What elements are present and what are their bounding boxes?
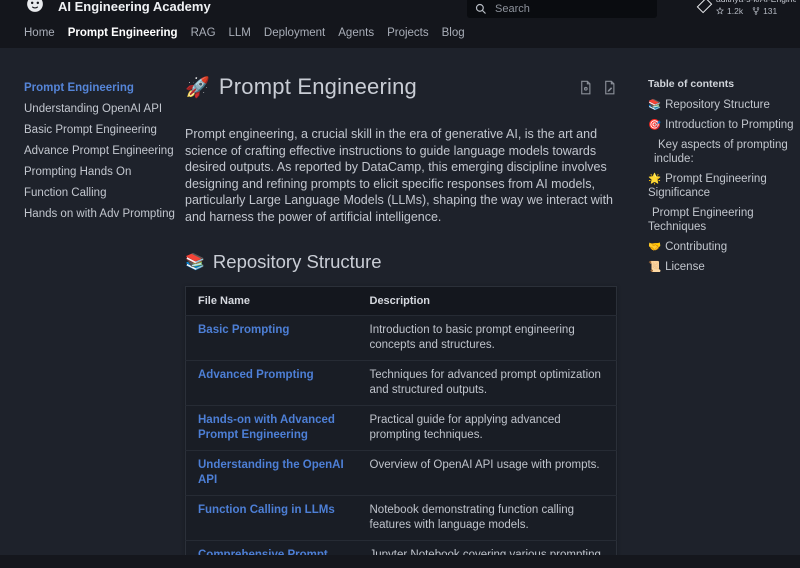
toc-item[interactable]: 🌟Prompt Engineering Significance bbox=[648, 172, 796, 200]
main-content: 🚀 Prompt Engineering Prompt engineering,… bbox=[185, 74, 617, 568]
toc-item-label: Contributing bbox=[665, 241, 727, 253]
repo-name: adithya-s-k/AI-Engineering.academy bbox=[716, 0, 796, 4]
search-placeholder: Search bbox=[495, 3, 530, 15]
column-header-description: Description bbox=[358, 287, 617, 316]
site-logo-icon[interactable] bbox=[26, 0, 44, 13]
toc-item-label: Prompt Engineering Significance bbox=[648, 173, 767, 199]
toc-item[interactable]: Key aspects of prompting include: bbox=[648, 138, 796, 166]
toc-item-icon: 🌟 bbox=[648, 173, 661, 185]
table-row: Understanding the OpenAI API Overview of… bbox=[186, 451, 617, 496]
toc-item-label: Key aspects of prompting include: bbox=[654, 139, 788, 165]
intro-paragraph: Prompt engineering, a crucial skill in t… bbox=[185, 126, 617, 225]
table-row: Advanced Prompting Techniques for advanc… bbox=[186, 361, 617, 406]
toc-item-icon: 🎯 bbox=[648, 119, 661, 131]
file-link[interactable]: Basic Prompting bbox=[198, 323, 289, 338]
toc-title: Table of contents bbox=[648, 78, 796, 90]
toc-item-label: Prompt Engineering Techniques bbox=[648, 207, 754, 233]
table-row: Basic Prompting Introduction to basic pr… bbox=[186, 316, 617, 361]
edit-page-icon[interactable] bbox=[602, 80, 617, 95]
file-description: Techniques for advanced prompt optimizat… bbox=[358, 361, 617, 406]
file-link[interactable]: Understanding the OpenAI API bbox=[198, 458, 346, 488]
books-emoji-icon: 📚 bbox=[185, 252, 205, 272]
rocket-emoji-icon: 🚀 bbox=[185, 75, 210, 100]
top-header-bar: AI Engineering Academy Search adithya-s-… bbox=[0, 0, 800, 18]
section-title: Repository Structure bbox=[213, 251, 382, 273]
nav-item[interactable]: Projects bbox=[387, 27, 429, 39]
nav-item[interactable]: Home bbox=[24, 27, 55, 39]
table-row: Hands-on with Advanced Prompt Engineerin… bbox=[186, 406, 617, 451]
file-link[interactable]: Advanced Prompting bbox=[198, 368, 314, 383]
nav-item[interactable]: Prompt Engineering bbox=[68, 27, 178, 39]
search-icon bbox=[475, 3, 487, 15]
toc-item-icon: 📚 bbox=[648, 99, 661, 111]
sidebar-item[interactable]: Prompting Hands On bbox=[24, 164, 179, 180]
nav-item[interactable]: RAG bbox=[191, 27, 216, 39]
nav-item[interactable]: Agents bbox=[338, 27, 374, 39]
repo-stars: 1.2k bbox=[716, 6, 743, 16]
toc-item[interactable]: 🎯 Introduction to Prompting bbox=[648, 118, 796, 132]
toc-item-label: Introduction to Prompting bbox=[665, 119, 794, 131]
toc-item[interactable]: 📚 Repository Structure bbox=[648, 98, 796, 112]
file-description: Introduction to basic prompt engineering… bbox=[358, 316, 617, 361]
search-input[interactable]: Search bbox=[467, 0, 657, 18]
fork-icon bbox=[752, 7, 760, 15]
nav-item[interactable]: Deployment bbox=[264, 27, 325, 39]
nav-item[interactable]: Blog bbox=[442, 27, 465, 39]
repo-forks: 131 bbox=[752, 6, 777, 16]
repository-structure-table: File Name Description Basic Prompting In… bbox=[185, 286, 617, 568]
repo-link[interactable]: adithya-s-k/AI-Engineering.academy 1.2k … bbox=[700, 0, 796, 16]
file-link[interactable]: Function Calling in LLMs bbox=[198, 503, 335, 518]
star-icon bbox=[716, 7, 724, 15]
page: AI Engineering Academy Search adithya-s-… bbox=[0, 0, 800, 568]
sidebar-item[interactable]: Advance Prompt Engineering bbox=[24, 143, 179, 159]
file-link[interactable]: Hands-on with Advanced Prompt Engineerin… bbox=[198, 413, 346, 443]
sidebar-item[interactable]: Basic Prompt Engineering bbox=[24, 122, 179, 138]
toc-item[interactable]: Prompt Engineering Techniques bbox=[648, 206, 796, 234]
nav-item[interactable]: LLM bbox=[229, 27, 251, 39]
toc-item[interactable]: 📜 License bbox=[648, 260, 796, 274]
toc-item-icon: 🤝 bbox=[648, 241, 661, 253]
sidebar-item[interactable]: Function Calling bbox=[24, 185, 179, 201]
file-description: Practical guide for applying advanced pr… bbox=[358, 406, 617, 451]
site-title: AI Engineering Academy bbox=[58, 0, 211, 14]
footer-strip bbox=[0, 555, 800, 568]
page-title: Prompt Engineering bbox=[219, 74, 417, 100]
main-nav: Home Prompt Engineering RAG LLM Deployme… bbox=[0, 18, 800, 48]
toc-item-icon: 📜 bbox=[648, 261, 661, 273]
sidebar-item[interactable]: Hands on with Adv Prompting bbox=[24, 206, 179, 222]
sidebar-item[interactable]: Prompt Engineering bbox=[24, 80, 179, 96]
file-description: Overview of OpenAI API usage with prompt… bbox=[358, 451, 617, 496]
left-sidebar: Prompt Engineering Understanding OpenAI … bbox=[24, 80, 179, 222]
table-of-contents: Table of contents 📚Repository Structure … bbox=[648, 78, 796, 274]
repo-logo-icon bbox=[697, 0, 713, 13]
table-header-row: File Name Description bbox=[186, 287, 617, 316]
view-source-icon[interactable] bbox=[578, 80, 593, 95]
table-row: Function Calling in LLMs Notebook demons… bbox=[186, 496, 617, 541]
toc-item-label: Repository Structure bbox=[665, 99, 770, 111]
sidebar-item[interactable]: Understanding OpenAI API bbox=[24, 101, 179, 117]
toc-item-label: License bbox=[665, 261, 705, 273]
toc-item[interactable]: 🤝 Contributing bbox=[648, 240, 796, 254]
file-description: Notebook demonstrating function calling … bbox=[358, 496, 617, 541]
column-header-file-name: File Name bbox=[186, 287, 358, 316]
